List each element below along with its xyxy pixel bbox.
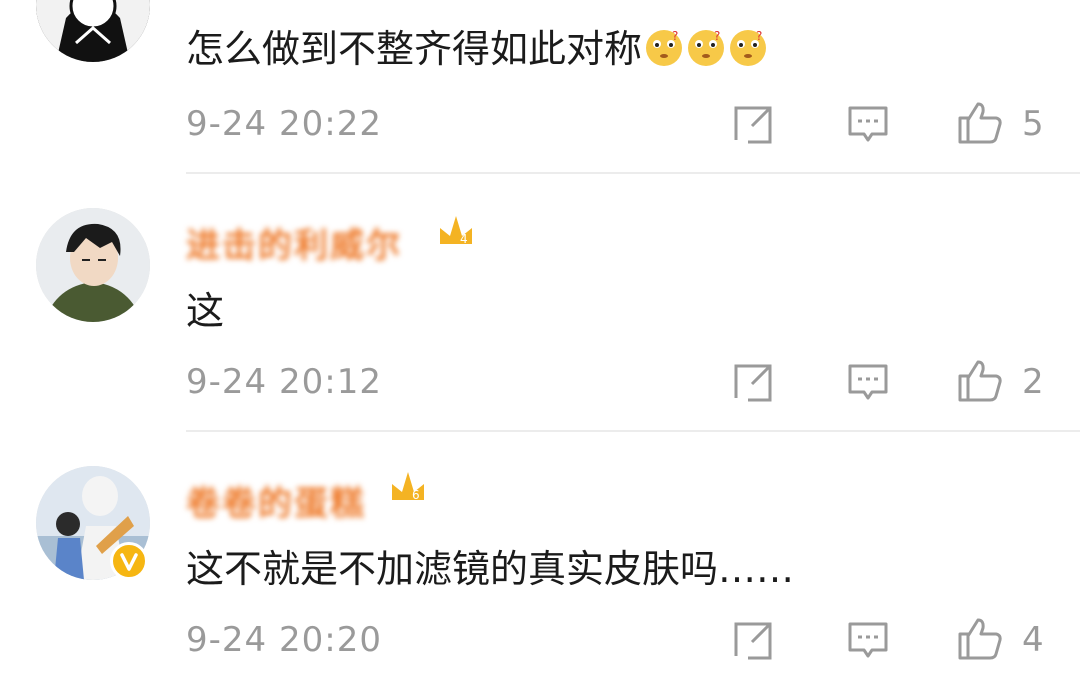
repost-icon[interactable]	[730, 616, 778, 664]
comment-text-content: 怎么做到不整齐得如此对称	[186, 27, 643, 71]
comment-text: 这	[186, 289, 225, 333]
like-count: 5	[1022, 104, 1044, 144]
comment-icon[interactable]	[844, 616, 892, 664]
avatar[interactable]	[36, 208, 150, 322]
username[interactable]: 进击的利威尔	[186, 218, 402, 267]
comment-icon[interactable]	[844, 358, 892, 406]
crown-icon: 4	[440, 216, 472, 246]
comment-time: 9-24 20:22	[186, 104, 382, 144]
repost-icon[interactable]	[730, 100, 778, 148]
avatar[interactable]	[36, 0, 150, 62]
crown-icon: 6	[392, 472, 424, 502]
thinking-emoji: ?	[646, 29, 683, 66]
comment-icon[interactable]	[844, 100, 892, 148]
divider	[186, 430, 1080, 432]
svg-text:?: ?	[714, 29, 720, 43]
username[interactable]: 卷卷的蛋糕	[186, 476, 366, 525]
thinking-emoji: ?	[688, 29, 725, 66]
comment-time: 9-24 20:20	[186, 620, 382, 660]
comment-text: 怎么做到不整齐得如此对称???	[186, 18, 768, 73]
like-icon[interactable]	[956, 356, 1004, 404]
comment-time: 9-24 20:12	[186, 362, 382, 402]
level-badge: 4	[460, 232, 468, 246]
svg-text:?: ?	[756, 29, 762, 43]
thinking-emoji: ?	[730, 29, 767, 66]
like-count: 4	[1022, 620, 1044, 660]
divider	[186, 172, 1080, 174]
level-badge: 6	[412, 488, 420, 502]
comment-text: 这不就是不加滤镜的真实皮肤吗……	[186, 547, 795, 591]
repost-icon[interactable]	[730, 358, 778, 406]
like-icon[interactable]	[956, 614, 1004, 662]
verified-icon	[110, 542, 148, 580]
svg-text:?: ?	[672, 29, 678, 43]
like-count: 2	[1022, 362, 1044, 402]
like-icon[interactable]	[956, 98, 1004, 146]
